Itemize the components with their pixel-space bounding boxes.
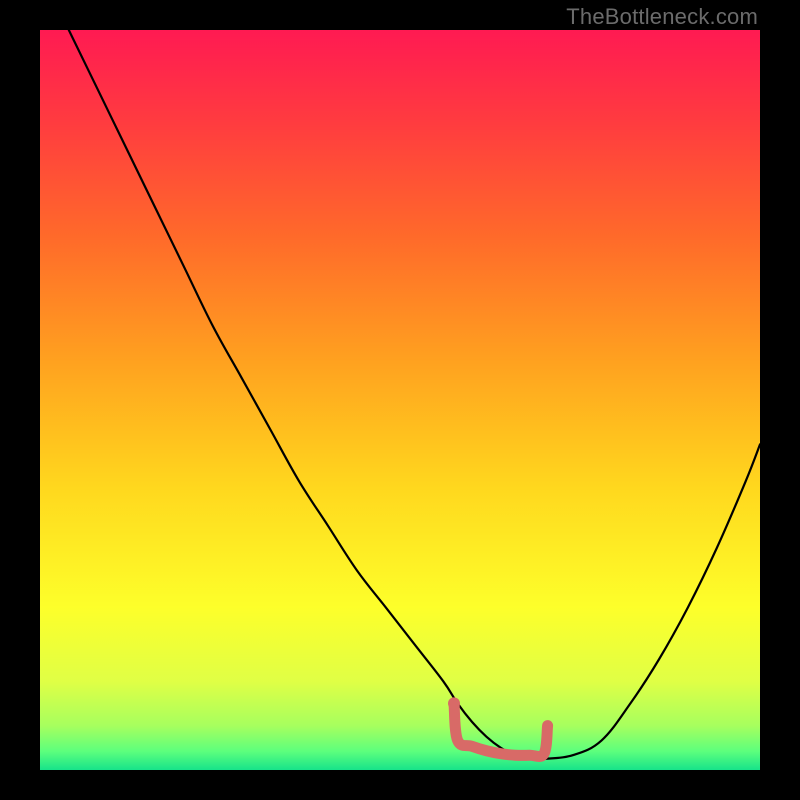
optimal-range-segment xyxy=(454,703,548,756)
watermark-text: TheBottleneck.com xyxy=(566,4,758,30)
optimal-start-dot xyxy=(448,697,460,709)
plot-area xyxy=(40,30,760,770)
bottleneck-curve xyxy=(69,30,760,759)
chart-frame: TheBottleneck.com xyxy=(0,0,800,800)
curve-layer xyxy=(40,30,760,770)
